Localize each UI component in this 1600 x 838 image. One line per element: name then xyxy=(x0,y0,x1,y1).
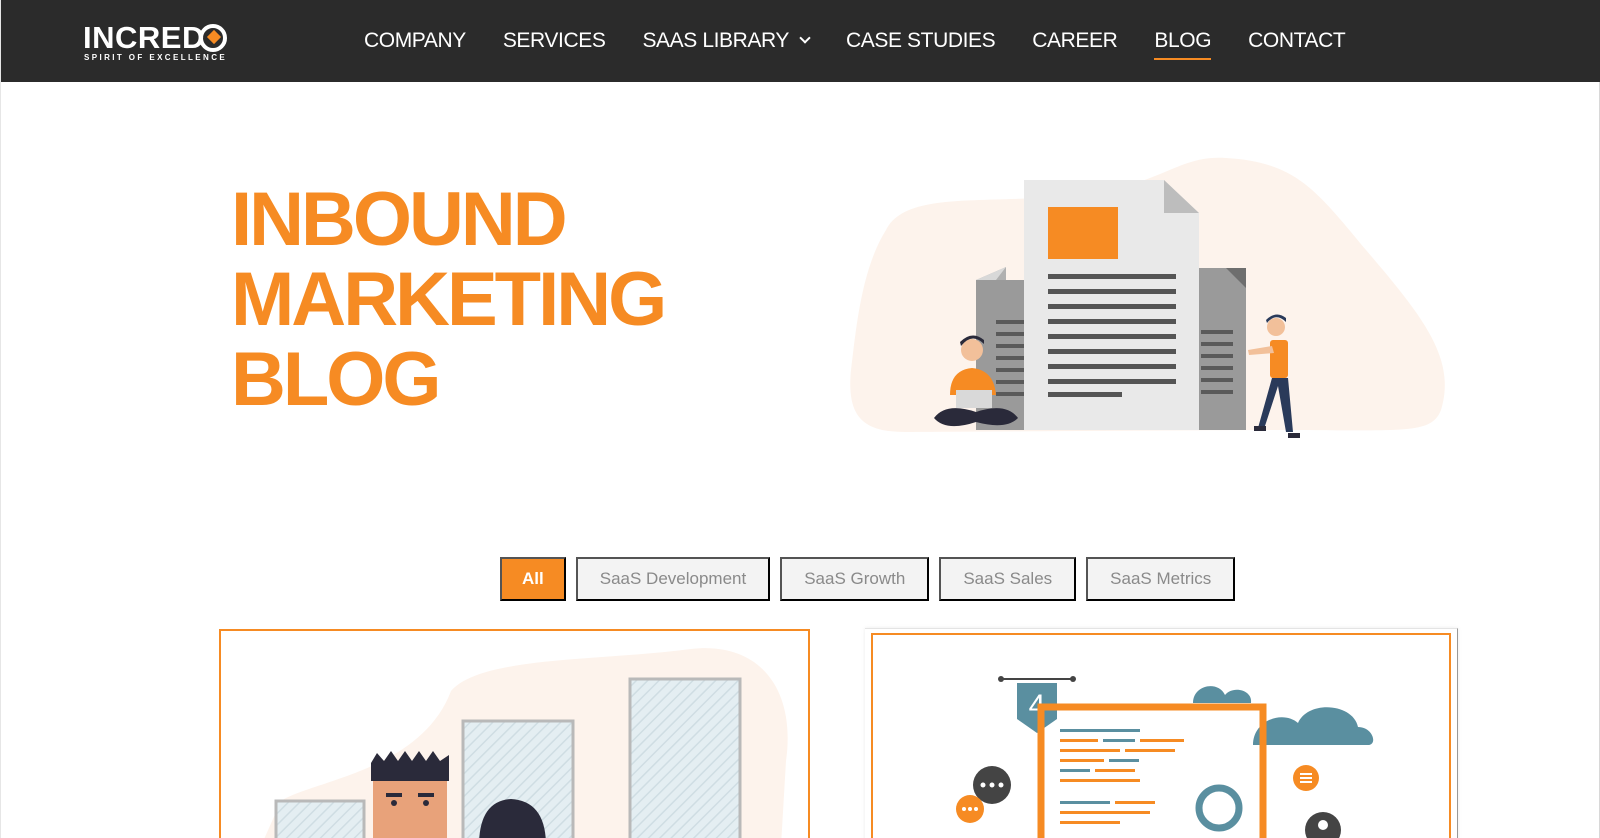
filter-saas-growth[interactable]: SaaS Growth xyxy=(780,557,930,601)
filter-all[interactable]: All xyxy=(500,557,566,601)
blog-card[interactable]: 4 xyxy=(865,628,1458,838)
page-title-line: INBOUND xyxy=(231,177,568,262)
doc-right xyxy=(1196,268,1246,430)
page-title-line: BLOG xyxy=(231,337,442,422)
nav-item-saas-library[interactable]: SAAS LIBRARY xyxy=(642,0,811,82)
filter-saas-sales[interactable]: SaaS Sales xyxy=(939,557,1077,601)
hero-illustration xyxy=(850,157,1445,438)
filter-saas-metrics[interactable]: SaaS Metrics xyxy=(1086,557,1236,601)
category-filters: All SaaS Development SaaS Growth SaaS Sa… xyxy=(500,557,1245,601)
page: INCRED SPIRIT OF EXCELLENCE COMPANY SERV… xyxy=(0,0,1600,838)
nav-item-case-studies[interactable]: CASE STUDIES xyxy=(846,0,996,82)
person-face-icon xyxy=(371,751,449,838)
nav-item-services[interactable]: SERVICES xyxy=(503,0,606,82)
doc-main xyxy=(1024,180,1199,430)
incredq-logo[interactable]: INCRED SPIRIT OF EXCELLENCE xyxy=(83,20,233,64)
main-nav: COMPANY SERVICES SAAS LIBRARY CASE STUDI… xyxy=(364,0,1382,82)
blog-card-image xyxy=(264,648,788,838)
chevron-down-icon xyxy=(799,32,811,44)
nav-item-label: SAAS LIBRARY xyxy=(642,29,790,52)
filter-saas-development[interactable]: SaaS Development xyxy=(575,557,771,601)
nav-item-contact[interactable]: CONTACT xyxy=(1248,0,1346,82)
nav-item-career[interactable]: CAREER xyxy=(1032,0,1118,82)
blog-card[interactable] xyxy=(219,629,810,838)
page-title-line: MARKETING xyxy=(231,257,667,342)
menu-bubble-icon xyxy=(1293,765,1319,791)
nav-item-company[interactable]: COMPANY xyxy=(364,0,466,82)
site-header: INCRED SPIRIT OF EXCELLENCE COMPANY SERV… xyxy=(1,0,1600,82)
blog-card-image: 4 xyxy=(956,676,1374,838)
blog-card-frame: 4 xyxy=(871,633,1451,838)
logo-wordmark: INCRED xyxy=(83,20,205,55)
chat-bubble-icon xyxy=(956,795,984,823)
page-title: INBOUND MARKETING BLOG xyxy=(231,180,711,420)
logo-tagline: SPIRIT OF EXCELLENCE xyxy=(84,53,228,62)
nav-item-blog[interactable]: BLOG xyxy=(1154,0,1212,82)
